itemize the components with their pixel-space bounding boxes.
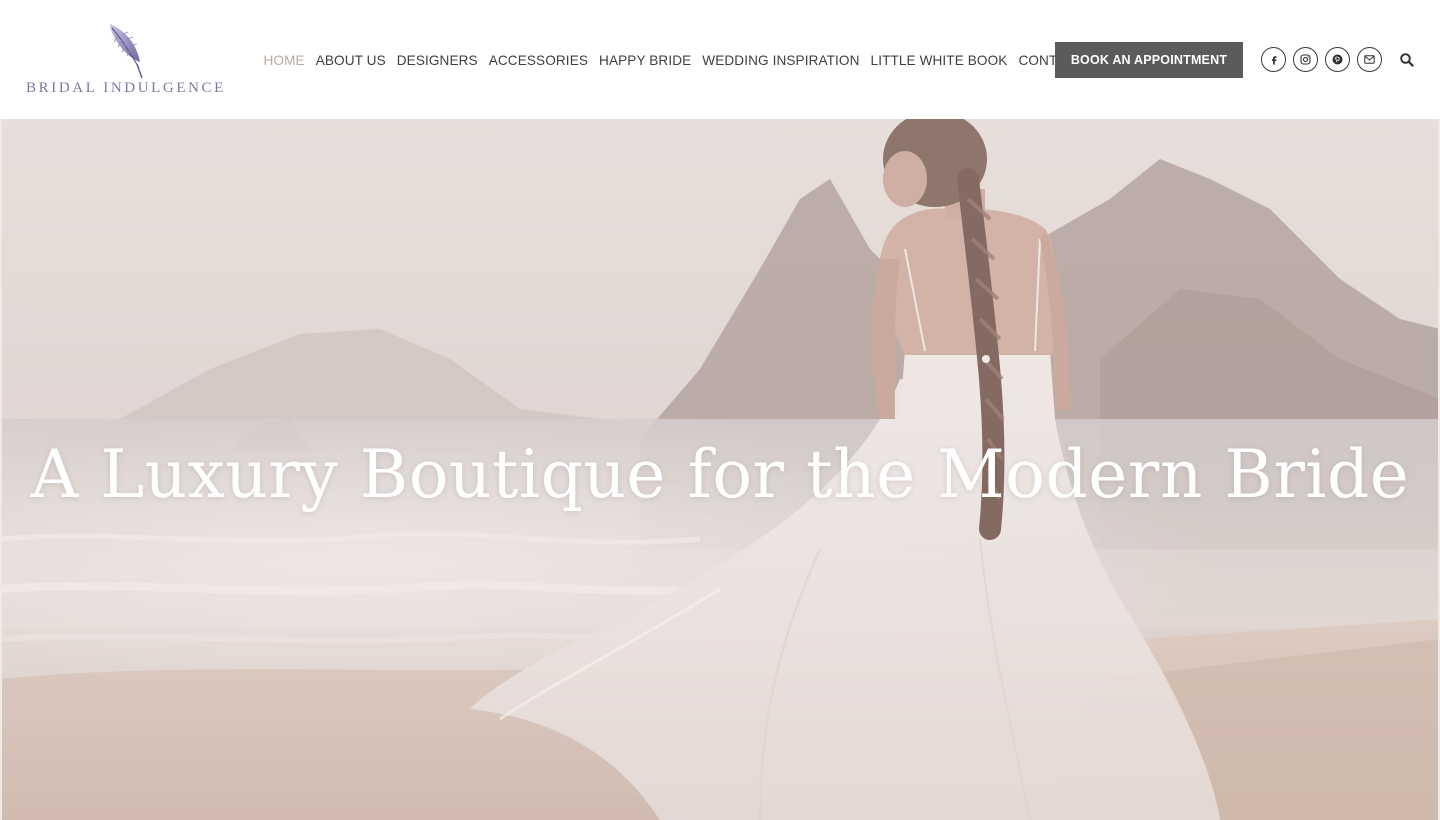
brand-name: BRIDAL INDULGENCE [26, 80, 226, 96]
nav-item-happy-bride[interactable]: HAPPY BRIDE [594, 53, 697, 68]
instagram-icon[interactable] [1293, 47, 1318, 72]
nav-item-little-white-book[interactable]: LITTLE WHITE BOOK [865, 53, 1013, 68]
social-links [1261, 47, 1382, 72]
site-header: BRIDAL INDULGENCE HOME ABOUT US DESIGNER… [0, 0, 1440, 119]
hero-section: A Luxury Boutique for the Modern Bride [0, 119, 1440, 820]
book-appointment-button[interactable]: BOOK AN APPOINTMENT [1055, 42, 1243, 78]
nav-item-accessories[interactable]: ACCESSORIES [483, 53, 593, 68]
search-icon[interactable] [1399, 52, 1415, 68]
nav-item-about-us[interactable]: ABOUT US [310, 53, 391, 68]
main-nav: HOME ABOUT US DESIGNERS ACCESSORIES HAPP… [258, 49, 1089, 71]
facebook-icon[interactable] [1261, 47, 1286, 72]
nav-item-home[interactable]: HOME [258, 53, 310, 68]
pinterest-icon[interactable] [1325, 47, 1350, 72]
email-icon[interactable] [1357, 47, 1382, 72]
feather-icon [110, 24, 143, 79]
brand-logo[interactable]: BRIDAL INDULGENCE [24, 22, 228, 98]
nav-item-designers[interactable]: DESIGNERS [391, 53, 483, 68]
nav-item-wedding-inspiration[interactable]: WEDDING INSPIRATION [697, 53, 865, 68]
hero-title: A Luxury Boutique for the Modern Bride [30, 436, 1410, 513]
